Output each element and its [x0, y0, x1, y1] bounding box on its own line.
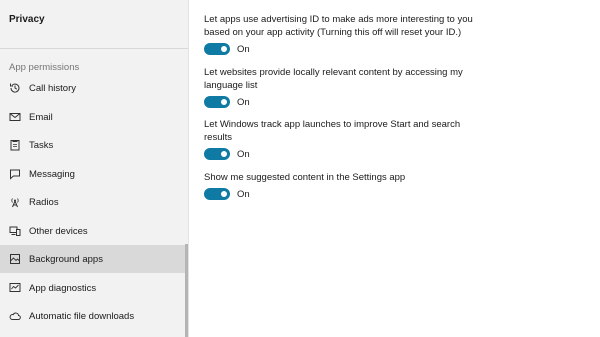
toggle-switch[interactable]	[204, 148, 230, 160]
sidebar-item-email[interactable]: Email	[0, 103, 188, 131]
diagnostics-icon	[8, 281, 22, 295]
sidebar-item-label: Other devices	[29, 225, 88, 237]
toggle-switch[interactable]	[204, 96, 230, 108]
toggle-row: On	[204, 43, 250, 55]
sidebar: Privacy App permissions Call history Ema…	[0, 0, 189, 337]
toggle-knob	[221, 191, 227, 197]
sidebar-item-tasks[interactable]: Tasks	[0, 131, 188, 159]
sidebar-item-radios[interactable]: Radios	[0, 188, 188, 216]
toggle-state-label: On	[237, 148, 250, 160]
toggle-row: On	[204, 96, 250, 108]
option-description: Let Windows track app launches to improv…	[204, 119, 461, 143]
toggle-switch[interactable]	[204, 43, 230, 55]
sidebar-scrollbar[interactable]	[185, 244, 188, 337]
option-description: Show me suggested content in the Setting…	[204, 172, 406, 183]
option-description: Let websites provide locally relevant co…	[204, 67, 463, 91]
sidebar-item-app-diagnostics[interactable]: App diagnostics	[0, 274, 188, 302]
toggle-state-label: On	[237, 188, 250, 200]
sidebar-item-messaging[interactable]: Messaging	[0, 160, 188, 188]
sidebar-item-automatic-file-downloads[interactable]: Automatic file downloads	[0, 302, 188, 330]
sidebar-title: Privacy	[9, 14, 45, 25]
devices-icon	[8, 224, 22, 238]
sidebar-item-label: Tasks	[29, 139, 54, 151]
sidebar-item-background-apps[interactable]: Background apps	[0, 245, 188, 273]
page-heading-cropped	[203, 0, 333, 3]
sidebar-item-label: App diagnostics	[29, 282, 97, 294]
radio-tower-icon	[8, 195, 22, 209]
tasks-icon	[8, 138, 22, 152]
sidebar-item-label: Radios	[29, 196, 59, 208]
sidebar-item-other-devices[interactable]: Other devices	[0, 217, 188, 245]
toggle-switch[interactable]	[204, 188, 230, 200]
sidebar-divider	[0, 48, 188, 49]
mail-icon	[8, 110, 22, 124]
main-content: Let apps use advertising ID to make ads …	[189, 0, 600, 337]
option-description: Let apps use advertising ID to make ads …	[204, 14, 473, 38]
toggle-knob	[221, 151, 227, 157]
toggle-row: On	[204, 188, 250, 200]
background-apps-icon	[8, 252, 22, 266]
call-history-icon	[8, 81, 22, 95]
sidebar-item-label: Messaging	[29, 168, 75, 180]
messaging-icon	[8, 167, 22, 181]
section-header: App permissions	[9, 62, 80, 73]
toggle-knob	[221, 99, 227, 105]
sidebar-item-label: Call history	[29, 82, 76, 94]
toggle-row: On	[204, 148, 250, 160]
toggle-state-label: On	[237, 96, 250, 108]
sidebar-item-call-history[interactable]: Call history	[0, 74, 188, 102]
sidebar-item-label: Email	[29, 111, 53, 123]
sidebar-item-label: Background apps	[29, 253, 103, 265]
toggle-state-label: On	[237, 43, 250, 55]
cloud-icon	[8, 309, 22, 323]
toggle-knob	[221, 46, 227, 52]
sidebar-item-label: Automatic file downloads	[29, 310, 135, 322]
